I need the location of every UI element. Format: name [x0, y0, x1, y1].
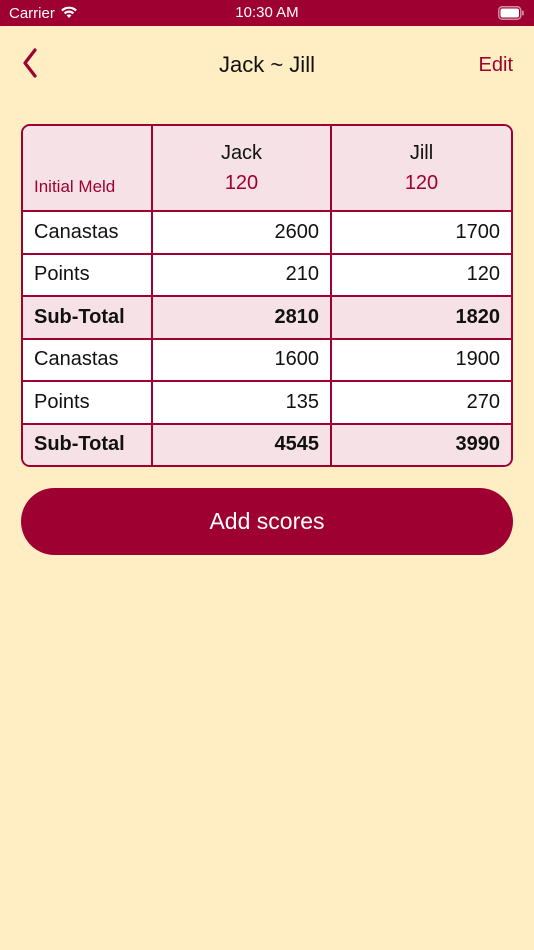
score-cell: 1600 [153, 339, 332, 380]
table-row: Canastas 1600 1900 [23, 337, 511, 380]
row-label: Sub-Total [23, 424, 153, 465]
subtotal-cell: 3990 [455, 433, 501, 456]
row-label: Canastas [23, 212, 153, 253]
subtotal-row: Sub-Total 2810 1820 [23, 295, 511, 338]
table-row: Points 135 270 [23, 380, 511, 423]
score-cell: 135 [153, 382, 332, 423]
score-table: Initial Meld Jack 120 Jill 120 Canastas … [21, 124, 513, 467]
subtotal-row: Sub-Total 4545 3990 [23, 422, 511, 465]
edit-button[interactable]: Edit [479, 53, 513, 77]
score-cell: 2600 [153, 212, 332, 253]
table-header-row: Initial Meld Jack 120 Jill 120 [23, 126, 511, 210]
player-name: Jill [409, 142, 434, 164]
score-cell: 1900 [455, 348, 501, 371]
add-scores-button[interactable]: Add scores [21, 488, 513, 555]
player-column-header: Jack 120 [153, 126, 332, 210]
score-cell: 1700 [455, 220, 501, 243]
score-cell: 120 [466, 263, 500, 286]
status-bar: Carrier 10:30 AM [0, 0, 534, 26]
page-title: Jack ~ Jill [219, 52, 315, 77]
player-initial-meld: 120 [224, 172, 259, 194]
subtotal-cell: 4545 [153, 424, 332, 465]
subtotal-cell: 2810 [153, 297, 332, 338]
score-cell: 210 [153, 254, 332, 295]
initial-meld-label: Initial Meld [23, 126, 153, 210]
subtotal-cell: 1820 [455, 305, 501, 328]
row-label: Points [23, 254, 153, 295]
row-label: Sub-Total [23, 297, 153, 338]
row-label: Canastas [23, 339, 153, 380]
battery-icon [498, 6, 524, 20]
score-cell: 270 [466, 390, 500, 413]
status-time: 10:30 AM [235, 4, 299, 21]
table-row: Canastas 2600 1700 [23, 210, 511, 253]
table-row: Points 210 120 [23, 252, 511, 295]
row-label: Points [23, 382, 153, 423]
player-name: Jack [220, 142, 263, 164]
player-column-header: Jill 120 [332, 126, 511, 210]
player-initial-meld: 120 [404, 172, 439, 194]
